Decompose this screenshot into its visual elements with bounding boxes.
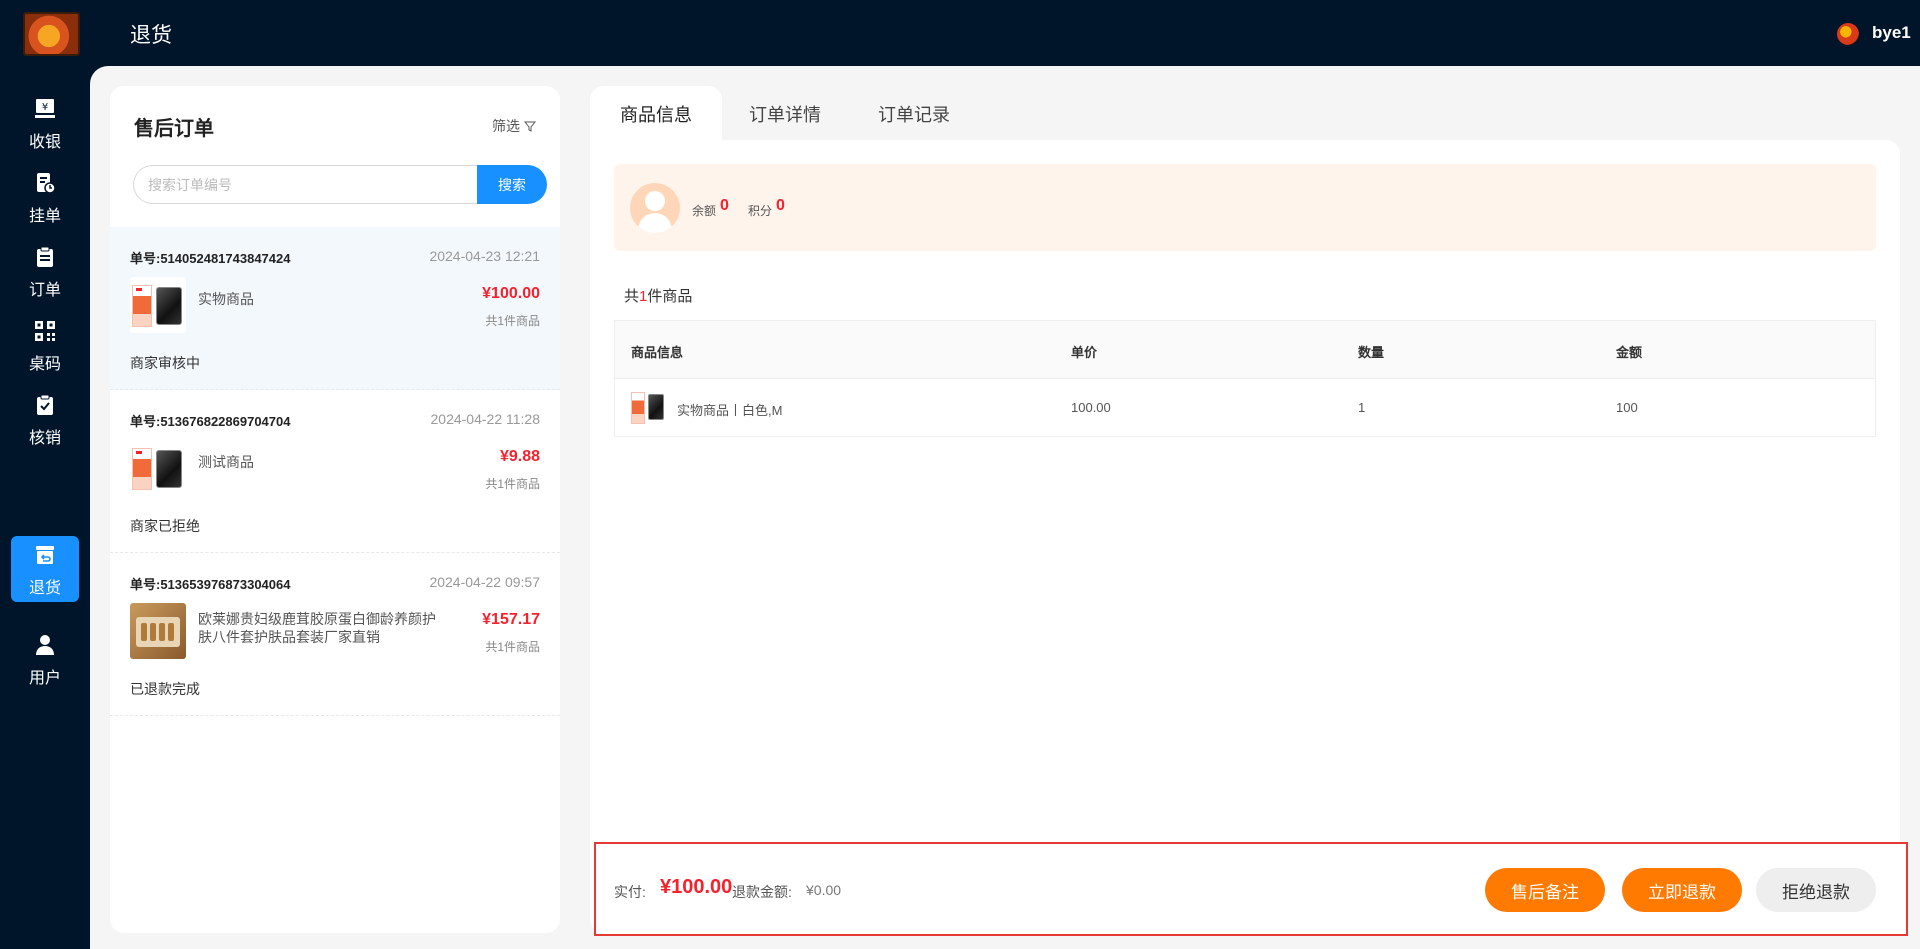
order-number: 单号:514052481743847424	[130, 251, 291, 266]
item-count: 共1件商品	[485, 640, 540, 654]
sidebar-item-table-code[interactable]: 桌码	[11, 312, 79, 378]
col-quantity: 数量	[1358, 345, 1385, 360]
item-count-summary: 共1件商品	[624, 285, 692, 306]
order-search-input[interactable]	[133, 165, 478, 204]
top-bar: 退货 bye1	[0, 0, 1920, 66]
order-price: ¥157.17	[482, 611, 540, 628]
after-sale-note-button[interactable]: 售后备注	[1485, 868, 1605, 912]
after-sale-orders-panel: 售后订单 筛选 搜索 单号:514052481743847424 2024-04…	[110, 86, 560, 933]
sidebar-item-label: 退货	[28, 580, 61, 597]
sidebar-item-label: 用户	[28, 670, 61, 687]
svg-text:¥: ¥	[42, 102, 48, 113]
page-title: 退货	[130, 24, 172, 47]
col-product-info: 商品信息	[631, 345, 684, 360]
cell-product: 实物商品丨白色,M	[677, 403, 783, 418]
count-prefix: 共	[624, 288, 640, 305]
product-thumbnail	[130, 277, 186, 333]
sidebar-item-hang-order[interactable]: 挂单	[11, 164, 79, 230]
order-list-item[interactable]: 单号:514052481743847424 2024-04-23 12:21 实…	[110, 227, 560, 390]
count-suffix: 件商品	[647, 288, 693, 305]
sidebar-item-label: 挂单	[28, 208, 61, 225]
user-name[interactable]: bye1	[1872, 23, 1911, 43]
col-amount: 金额	[1616, 345, 1643, 360]
table-row: 实物商品丨白色,M 100.00 1 100	[615, 379, 1875, 436]
sidebar: ¥ 收银 挂单 订单 桌码 核销 退货 用户	[0, 66, 90, 949]
hang-order-icon	[37, 173, 56, 194]
refund-now-button[interactable]: 立即退款	[1622, 868, 1742, 912]
order-time: 2024-04-22 11:28	[430, 411, 541, 427]
sidebar-item-label: 收银	[28, 134, 61, 151]
product-table: 商品信息 单价 数量 金额 实物商品丨白色,M 100.00 1 100	[614, 320, 1876, 437]
tab-order-records[interactable]: 订单记录	[878, 101, 950, 127]
paid-label: 实付:	[614, 884, 646, 900]
tab-order-details[interactable]: 订单详情	[749, 101, 821, 127]
filter-label: 筛选	[492, 118, 520, 134]
refund-amount-label: 退款金额:	[732, 884, 792, 900]
product-thumbnail	[130, 603, 186, 659]
product-info-panel: 余额 0 积分 0 共1件商品 商品信息 单价 数量 金额 实物商品丨白色,M …	[590, 140, 1900, 933]
order-price: ¥9.88	[499, 448, 540, 465]
cell-unit-price: 100.00	[1071, 400, 1111, 415]
tab-product-info[interactable]: 商品信息	[620, 101, 692, 127]
order-status: 已退款完成	[130, 681, 200, 697]
return-icon	[36, 546, 54, 564]
filter-button[interactable]: 筛选	[492, 116, 536, 136]
balance-label: 余额	[692, 204, 717, 218]
product-thumbnail	[130, 440, 186, 496]
col-unit-price: 单价	[1071, 345, 1098, 360]
sidebar-item-orders[interactable]: 订单	[11, 238, 79, 304]
order-time: 2024-04-22 09:57	[429, 574, 540, 590]
balance-value: 0	[720, 197, 729, 214]
sidebar-item-cashier[interactable]: ¥ 收银	[11, 90, 79, 156]
order-list-item[interactable]: 单号:513676822869704704 2024-04-22 11:28 测…	[110, 390, 560, 553]
member-info: 余额 0 积分 0	[614, 164, 1876, 251]
member-avatar	[630, 183, 680, 233]
product-name: 测试商品	[198, 454, 254, 470]
refund-action-bar: 实付: ¥100.00 退款金额: ¥0.00 售后备注 立即退款 拒绝退款	[594, 842, 1908, 936]
item-count: 共1件商品	[485, 314, 540, 328]
verify-icon	[37, 394, 53, 415]
filter-icon	[524, 121, 536, 132]
order-status: 商家审核中	[130, 355, 200, 371]
cell-quantity: 1	[1358, 400, 1366, 415]
paid-value: ¥100.00	[660, 876, 733, 898]
cell-amount: 100	[1616, 400, 1638, 415]
product-thumbnail	[631, 388, 665, 426]
order-number: 单号:513653976873304064	[130, 577, 291, 592]
sidebar-item-label: 核销	[28, 430, 61, 447]
item-count: 共1件商品	[485, 477, 540, 491]
product-name: 欧莱娜贵妇级鹿茸胶原蛋白御龄养颜护肤八件套护肤品套装厂家直销	[198, 611, 436, 645]
store-logo	[23, 12, 80, 56]
order-icon	[37, 246, 53, 267]
sidebar-item-verify[interactable]: 核销	[11, 386, 79, 452]
sidebar-item-label: 桌码	[28, 356, 61, 373]
order-status: 商家已拒绝	[130, 518, 200, 534]
search-button[interactable]: 搜索	[477, 165, 547, 204]
table-header: 商品信息 单价 数量 金额	[615, 321, 1875, 379]
sidebar-item-return[interactable]: 退货	[11, 536, 79, 602]
order-list-item[interactable]: 单号:513653976873304064 2024-04-22 09:57 欧…	[110, 553, 560, 716]
refund-amount-value: ¥0.00	[806, 882, 842, 898]
points-label: 积分	[748, 204, 773, 218]
reject-refund-button[interactable]: 拒绝退款	[1756, 868, 1876, 912]
order-price: ¥100.00	[482, 285, 540, 302]
cashier-icon: ¥	[35, 99, 55, 118]
qr-code-icon	[35, 321, 55, 341]
sidebar-item-users[interactable]: 用户	[11, 626, 79, 692]
user-icon	[36, 635, 54, 655]
product-name: 实物商品	[198, 291, 254, 307]
order-time: 2024-04-23 12:21	[429, 248, 540, 264]
order-number: 单号:513676822869704704	[130, 414, 291, 429]
panel-title: 售后订单	[134, 118, 214, 140]
sidebar-item-label: 订单	[28, 282, 61, 299]
main-content: 售后订单 筛选 搜索 单号:514052481743847424 2024-04…	[90, 66, 1920, 949]
points-value: 0	[776, 197, 785, 214]
user-avatar[interactable]	[1837, 23, 1859, 45]
